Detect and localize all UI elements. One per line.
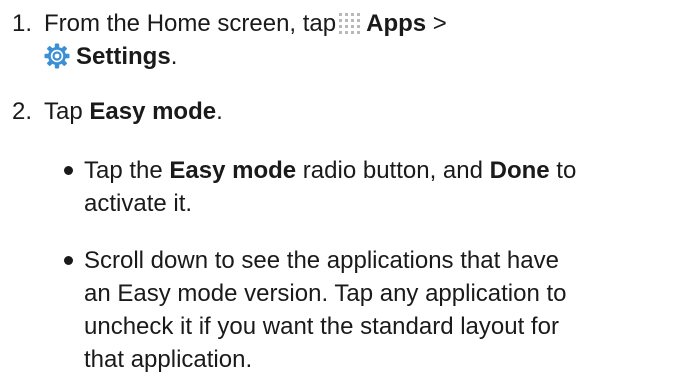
bullet-text: Tap the Easy mode radio button, and Done…	[84, 154, 674, 220]
easy-mode-label: Easy mode	[169, 157, 297, 184]
bullet-1-line-1: Tap the Easy mode radio button, and Done…	[84, 154, 674, 187]
bullet-1-line-2: activate it.	[84, 190, 193, 217]
step-text-segment: >	[432, 10, 447, 37]
settings-label: Settings	[76, 43, 171, 70]
bullet-text-segment: Tap the	[84, 157, 170, 184]
step-text-segment: .	[216, 98, 223, 125]
bullet-text: Scroll down to see the applications that…	[84, 244, 674, 376]
step-2-line-1: Tap Easy mode.	[44, 95, 664, 128]
step-number: 2.	[12, 98, 33, 125]
bullet-2-line-4: that application.	[84, 346, 253, 373]
instructions-document: 1. From the Home screen, tap Apps > Sett…	[0, 0, 675, 383]
apps-grid-icon	[338, 10, 362, 34]
bullet-2-line-2: an Easy mode version. Tap any applicatio…	[84, 280, 567, 307]
step-number: 1.	[12, 10, 33, 37]
step-text-segment: From the Home screen, tap	[44, 10, 337, 37]
bullet-2-line-1: Scroll down to see the applications that…	[84, 247, 559, 274]
easy-mode-label: Easy mode	[89, 98, 217, 125]
bullet-item-1: Tap the Easy mode radio button, and Done…	[64, 154, 664, 224]
bullet-text-segment: to	[549, 157, 577, 184]
apps-label: Apps	[366, 10, 427, 37]
bullet-dot	[64, 166, 73, 175]
bullet-2-line-3: uncheck it if you want the standard layo…	[84, 313, 559, 340]
step-1: 1. From the Home screen, tap Apps > Sett…	[12, 7, 662, 77]
settings-gear-icon	[44, 43, 70, 69]
step-text-segment: Tap	[44, 98, 90, 125]
step-text: From the Home screen, tap Apps > Setting…	[44, 7, 664, 73]
step-1-line-2: Settings.	[44, 40, 664, 73]
step-text-segment: .	[170, 43, 178, 70]
bullet-item-2: Scroll down to see the applications that…	[64, 244, 664, 379]
bullet-text-segment: radio button, and	[296, 157, 490, 184]
step-2: 2. Tap Easy mode.	[12, 95, 662, 131]
step-1-line-1: From the Home screen, tap Apps >	[44, 7, 664, 40]
step-text: Tap Easy mode.	[44, 95, 664, 128]
bullet-dot	[64, 256, 73, 265]
done-label: Done	[489, 157, 550, 184]
